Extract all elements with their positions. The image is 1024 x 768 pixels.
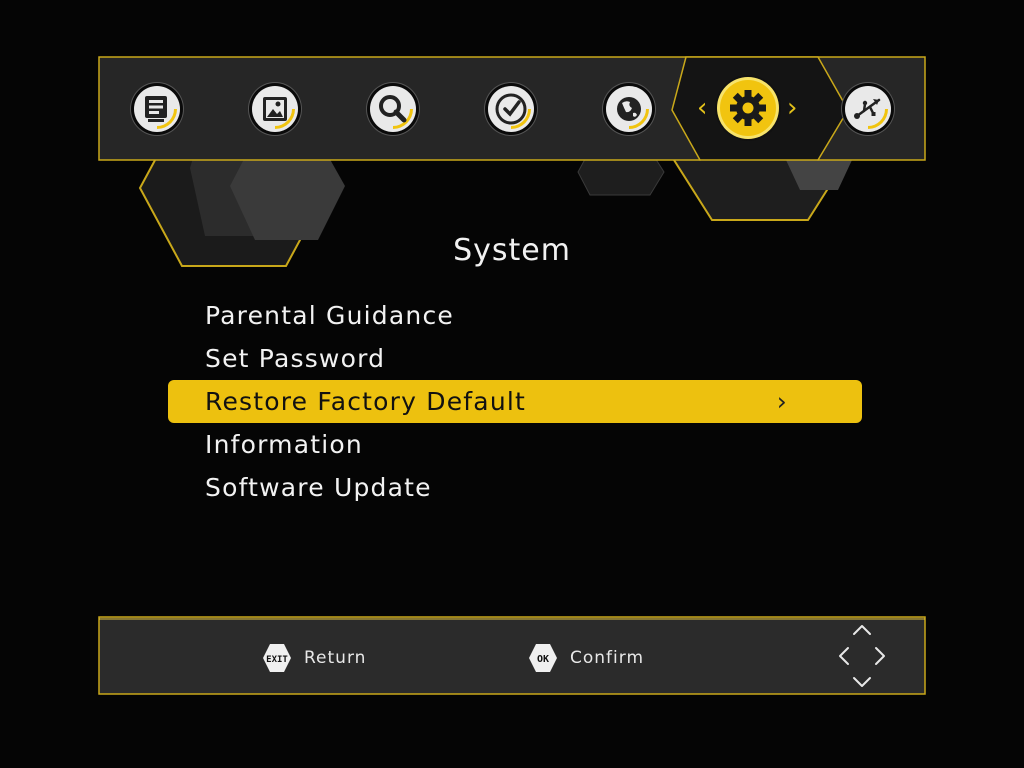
page-title: System (453, 233, 571, 268)
exit-hexagon-icon: EXIT (263, 644, 291, 672)
menu-item-parental-guidance[interactable]: Parental Guidance (168, 294, 862, 337)
active-arrow-right[interactable]: › (787, 95, 797, 121)
globe-icon[interactable] (606, 86, 652, 132)
confirm-label: Confirm (570, 648, 645, 668)
menu-item-label: Information (205, 430, 363, 459)
active-arrow-left[interactable]: ‹ (697, 95, 707, 121)
menu-item-label: Set Password (205, 344, 386, 373)
list-icon[interactable] (134, 86, 180, 132)
menu-item-set-password[interactable]: Set Password (168, 337, 862, 380)
menu-item-information[interactable]: Information (168, 423, 862, 466)
return-label: Return (304, 648, 367, 668)
menu-item-label: Software Update (205, 473, 432, 502)
exit-badge-text: EXIT (266, 655, 288, 665)
bottom-bar-panel (98, 616, 926, 695)
exit-key-badge[interactable]: EXIT (262, 643, 292, 673)
menu-item-label: Parental Guidance (205, 301, 454, 330)
dpad-arrows-icon (839, 625, 885, 687)
ok-key-badge[interactable]: OK (528, 643, 558, 673)
menu-item-software-update[interactable]: Software Update (168, 466, 862, 509)
menu-item-label: Restore Factory Default (205, 387, 527, 416)
chevron-right-icon: › (776, 387, 788, 416)
system-menu: Parental Guidance Set Password Restore F… (168, 294, 862, 509)
tv-menu-screen: ‹ › System Parental Guidance Set Passwor… (0, 0, 1024, 768)
ok-hexagon-icon: OK (529, 644, 557, 672)
clock-icon[interactable] (488, 86, 534, 132)
picture-icon[interactable] (252, 86, 298, 132)
search-icon[interactable] (370, 86, 416, 132)
usb-icon[interactable] (845, 86, 891, 132)
gear-icon[interactable] (720, 80, 776, 136)
ok-badge-text: OK (537, 654, 549, 665)
menu-item-restore-factory-default[interactable]: Restore Factory Default › (168, 380, 862, 423)
